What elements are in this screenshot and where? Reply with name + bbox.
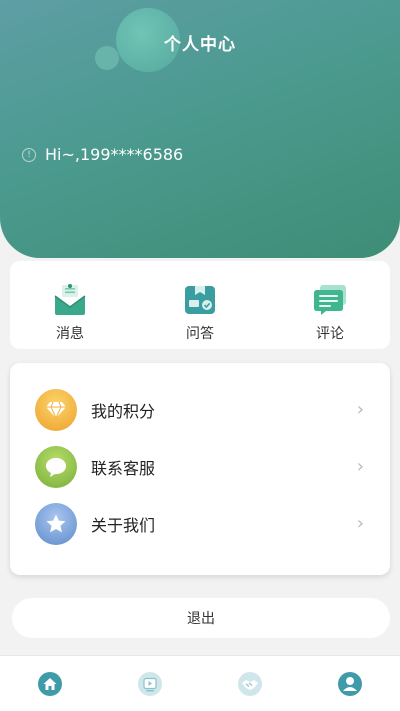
chevron-right-icon: › [356, 399, 364, 420]
quick-actions-card: 消息 问答 评论 [10, 261, 390, 349]
user-greeting-row[interactable]: ! Hi~,199****6586 [22, 145, 183, 164]
profile-header: 个人中心 ! Hi~,199****6586 [0, 0, 400, 258]
tab-home[interactable] [25, 664, 75, 704]
menu-card: 我的积分 › 联系客服 › 关于我们 › [10, 363, 390, 575]
star-icon [35, 502, 77, 545]
quick-action-qa[interactable]: 问答 [170, 261, 230, 349]
qa-box-icon [185, 286, 215, 314]
quick-action-label: 评论 [316, 326, 344, 342]
menu-item-label: 联系客服 [91, 458, 156, 478]
quick-action-comments[interactable]: 评论 [300, 261, 360, 349]
video-icon [138, 671, 162, 696]
quick-action-label: 问答 [186, 326, 214, 342]
chevron-right-icon: › [356, 456, 364, 477]
page-title: 个人中心 [164, 35, 236, 55]
comment-list-icon [314, 285, 346, 315]
menu-item-label: 我的积分 [91, 401, 156, 421]
tab-video[interactable] [125, 664, 175, 704]
bottom-tab-bar [0, 655, 400, 711]
info-icon: ! [22, 147, 36, 162]
menu-item-points[interactable]: 我的积分 › [10, 381, 390, 438]
logout-button[interactable]: 退出 [12, 598, 390, 638]
menu-item-contact-support[interactable]: 联系客服 › [10, 438, 390, 495]
handshake-icon [238, 671, 262, 696]
quick-action-label: 消息 [56, 326, 84, 342]
quick-action-messages[interactable]: 消息 [40, 261, 100, 349]
envelope-icon [54, 284, 86, 315]
user-greeting: Hi~,199****6586 [45, 145, 184, 164]
tab-handshake[interactable] [225, 664, 275, 704]
chat-bubble-icon [35, 445, 77, 488]
tab-profile[interactable] [325, 664, 375, 704]
diamond-icon [35, 388, 77, 431]
menu-item-label: 关于我们 [91, 515, 156, 535]
home-icon [38, 671, 62, 696]
chevron-right-icon: › [356, 513, 364, 534]
menu-item-about-us[interactable]: 关于我们 › [10, 495, 390, 552]
profile-icon [338, 671, 362, 696]
